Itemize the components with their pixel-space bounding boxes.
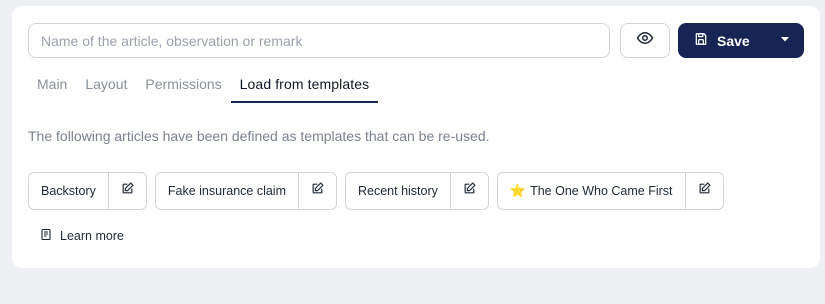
template-edit-button[interactable]	[451, 173, 488, 209]
edit-icon	[121, 182, 134, 200]
template-load-button[interactable]: Fake insurance claim	[156, 173, 299, 209]
edit-icon	[311, 182, 324, 200]
tab-load-from-templates[interactable]: Load from templates	[230, 69, 379, 103]
star-icon: ⭐	[509, 183, 527, 198]
tab-label: Layout	[85, 76, 128, 92]
template-load-button[interactable]: Backstory	[29, 173, 109, 209]
template-label: The One Who Came First	[530, 184, 673, 198]
tab-label: Load from templates	[239, 76, 370, 92]
floppy-disk-icon	[694, 32, 708, 49]
templates-description: The following articles have been defined…	[28, 128, 490, 144]
template-item: Backstory	[28, 172, 147, 210]
template-edit-button[interactable]	[109, 173, 146, 209]
tab-main[interactable]: Main	[28, 69, 76, 103]
learn-more-label: Learn more	[60, 229, 124, 243]
template-list: Backstory Fake insurance claim Recent hi…	[28, 172, 724, 210]
learn-more-link[interactable]: Learn more	[40, 228, 124, 244]
template-item: ⭐ The One Who Came First	[496, 172, 724, 210]
chevron-down-icon	[779, 32, 791, 50]
tab-permissions[interactable]: Permissions	[136, 69, 230, 103]
tab-label: Main	[37, 76, 68, 92]
eye-icon	[636, 29, 654, 52]
template-label: Fake insurance claim	[167, 184, 286, 198]
article-name-input[interactable]	[28, 23, 610, 58]
save-menu-toggle[interactable]	[766, 23, 804, 58]
template-edit-button[interactable]	[686, 173, 723, 209]
save-button[interactable]: Save	[678, 23, 766, 58]
save-label: Save	[717, 32, 750, 49]
preview-button[interactable]	[620, 23, 670, 58]
edit-icon	[463, 182, 476, 200]
template-label: Backstory	[41, 184, 96, 198]
save-button-group: Save	[678, 23, 804, 58]
book-icon	[40, 228, 52, 244]
tab-label: Permissions	[145, 76, 222, 92]
edit-icon	[698, 182, 711, 200]
tab-bar: Main Layout Permissions Load from templa…	[28, 69, 379, 103]
template-item: Recent history	[345, 172, 489, 210]
template-item: Fake insurance claim	[154, 172, 337, 210]
template-label: Recent history	[358, 184, 438, 198]
template-load-button[interactable]: ⭐ The One Who Came First	[498, 173, 686, 209]
template-load-button[interactable]: Recent history	[346, 173, 451, 209]
template-edit-button[interactable]	[299, 173, 336, 209]
editor-card: Save Main Layout Permissions Load from t…	[12, 6, 820, 268]
tab-layout[interactable]: Layout	[76, 69, 136, 103]
